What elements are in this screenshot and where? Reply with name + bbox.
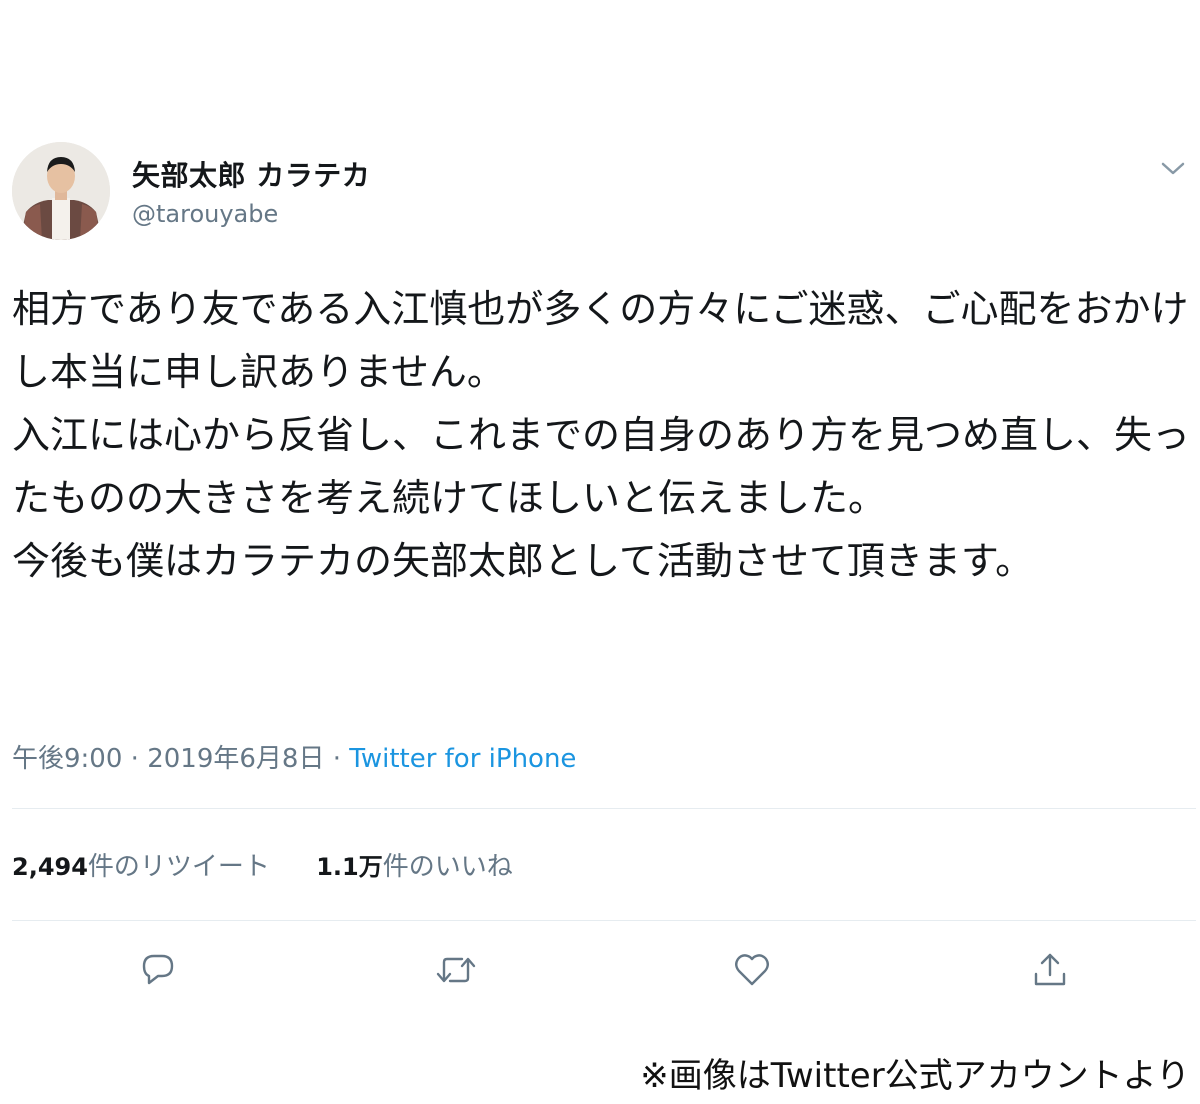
tweet-time[interactable]: 午後9:00 [12,744,122,774]
page: 矢部太郎 カラテカ @tarouyabe 相方であり友である入江慎也が多くの方々… [0,0,1200,1104]
retweets-label: 件のリツイート [87,852,270,882]
likes-count: 1.1万 [316,853,383,881]
chevron-down-icon[interactable] [1160,158,1186,178]
share-icon[interactable] [1028,948,1072,992]
avatar[interactable] [12,142,110,240]
retweet-icon[interactable] [434,948,478,992]
tweet-meta: 午後9:00 · 2019年6月8日 · Twitter for iPhone [12,738,576,775]
tweet-header: 矢部太郎 カラテカ @tarouyabe [0,118,1200,258]
display-name[interactable]: 矢部太郎 カラテカ [132,154,370,194]
tweet-stats: 2,494件のリツイート 1.1万件のいいね [12,846,551,883]
tweet-actions [0,948,1200,998]
likes-stat[interactable]: 1.1万件のいいね [316,846,513,883]
like-icon[interactable] [730,948,774,992]
avatar-image [12,142,110,240]
tweet-source-link[interactable]: Twitter for iPhone [349,744,576,774]
likes-label: 件のいいね [382,852,513,882]
meta-separator: · [122,744,148,774]
tweet-text: 相方であり友である入江慎也が多くの方々にご迷惑、ご心配をおかけし本当に申し訳あり… [12,287,1191,583]
divider [12,808,1196,809]
divider [12,920,1196,921]
image-credit: ※画像はTwitter公式アカウントより [640,1056,1190,1096]
user-handle[interactable]: @tarouyabe [132,200,278,228]
meta-separator: · [324,744,350,774]
reply-icon[interactable] [136,948,180,992]
tweet-card: 矢部太郎 カラテカ @tarouyabe 相方であり友である入江慎也が多くの方々… [0,118,1200,986]
retweets-stat[interactable]: 2,494件のリツイート [12,846,270,883]
retweets-count: 2,494 [12,853,88,881]
tweet-date[interactable]: 2019年6月8日 [147,744,324,774]
